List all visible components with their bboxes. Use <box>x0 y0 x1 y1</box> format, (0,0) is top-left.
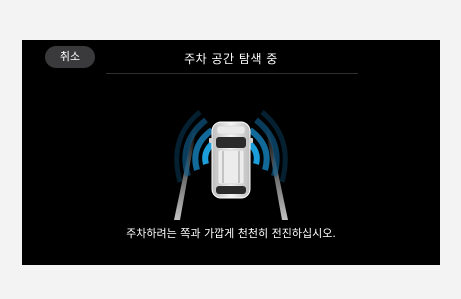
instruction-text: 주차하려는 쪽과 가깝게 천천히 전진하십시오. <box>126 227 336 240</box>
sensor-wave-left-icon <box>174 110 219 183</box>
sensor-wave-right-icon <box>243 110 288 183</box>
display-frame: 취소 주차 공간 탐색 중 주차하려는 쪽과 가깝게 천천히 전진하십시오. <box>0 0 461 299</box>
car-topview-icon <box>209 121 253 199</box>
parking-assist-screen: 취소 주차 공간 탐색 중 주차하려는 쪽과 가깝게 천천히 전진하십시오. <box>22 40 440 265</box>
